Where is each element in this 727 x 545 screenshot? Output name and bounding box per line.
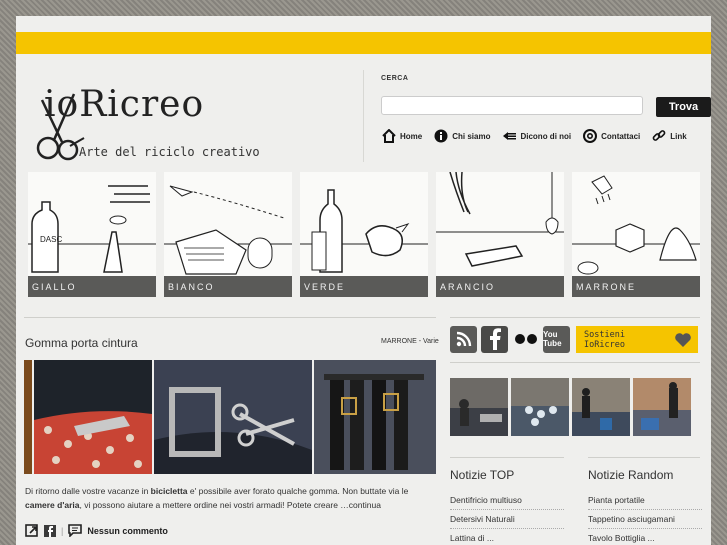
arrow-left-icon bbox=[502, 129, 517, 143]
post-photos[interactable] bbox=[24, 360, 436, 474]
newspaper-illustration bbox=[164, 185, 292, 275]
search-button[interactable]: Trova bbox=[656, 97, 711, 117]
home-icon bbox=[382, 129, 396, 143]
facebook-share-icon[interactable] bbox=[44, 524, 56, 537]
comment-icon[interactable] bbox=[68, 524, 83, 537]
category-label: ARANCIO bbox=[436, 276, 564, 297]
nav-label: Dicono di noi bbox=[520, 131, 572, 141]
flickr-icon[interactable] bbox=[512, 326, 539, 353]
divider bbox=[450, 362, 700, 363]
search-label: CERCA bbox=[381, 75, 409, 82]
top-news-title: Notizie TOP bbox=[450, 468, 515, 482]
page: ioRicreo Arte del riciclo creativo CERCA… bbox=[16, 16, 711, 545]
nav-item-contattaci[interactable]: Contattaci bbox=[583, 129, 640, 143]
thumbnail[interactable] bbox=[511, 378, 569, 436]
support-banner[interactable]: Sostieni IoRicreo bbox=[576, 326, 698, 353]
post-category[interactable]: MARRONE - Varie bbox=[381, 338, 439, 345]
remote-illustration bbox=[436, 172, 564, 267]
excerpt-bold: bicicletta bbox=[150, 486, 188, 496]
main-nav: Home Chi siamo Dicono di noi Contattaci … bbox=[382, 126, 699, 146]
footer-separator: | bbox=[61, 525, 64, 536]
category-label: BIANCO bbox=[164, 276, 292, 297]
list-item[interactable]: Lattina di ... bbox=[450, 529, 564, 545]
bottle-bird-illustration bbox=[300, 189, 428, 273]
list-item[interactable]: Pianta portatile bbox=[588, 491, 702, 510]
search-input[interactable] bbox=[381, 96, 643, 115]
list-item[interactable]: Dentifricio multiuso bbox=[450, 491, 564, 510]
category-arancio[interactable]: ARANCIO bbox=[436, 172, 564, 297]
nav-item-link[interactable]: Link bbox=[652, 129, 687, 143]
logo-wordmark: ioRicreo bbox=[44, 84, 205, 125]
top-news-list: Dentifricio multiuso Detersivi Naturali … bbox=[450, 491, 564, 545]
site-logo[interactable]: ioRicreo Arte del riciclo creativo bbox=[24, 76, 274, 172]
at-icon bbox=[583, 129, 598, 143]
youtube-label: You Tube bbox=[543, 330, 562, 348]
youtube-icon[interactable]: You Tube bbox=[543, 325, 570, 353]
random-news-list: Pianta portatile Tappetino asciugamani T… bbox=[588, 491, 702, 545]
rss-icon[interactable] bbox=[450, 325, 477, 353]
category-marrone[interactable]: MARRONE bbox=[572, 172, 700, 297]
nav-item-home[interactable]: Home bbox=[382, 129, 422, 143]
list-item[interactable]: Detersivi Naturali bbox=[450, 510, 564, 529]
excerpt-text: Di ritorno dalle vostre vacanze in bbox=[25, 486, 151, 496]
thumbnail[interactable] bbox=[572, 378, 630, 436]
category-row: DASC GIALLO BIANCO VERDE ARANCIO MARRONE bbox=[28, 172, 700, 297]
header-divider bbox=[363, 70, 364, 162]
divider bbox=[450, 457, 564, 458]
bottles-illustration: DASC bbox=[28, 185, 156, 273]
share-icon[interactable] bbox=[25, 524, 39, 537]
nav-label: Link bbox=[670, 131, 687, 141]
category-label: VERDE bbox=[300, 276, 428, 297]
category-bianco[interactable]: BIANCO bbox=[164, 172, 292, 297]
post-photo bbox=[314, 360, 436, 474]
divider bbox=[450, 317, 700, 318]
post-photo bbox=[34, 360, 152, 474]
nav-item-dicono-di-noi[interactable]: Dicono di noi bbox=[502, 129, 571, 143]
category-label: GIALLO bbox=[28, 276, 156, 297]
list-item[interactable]: Tappetino asciugamani bbox=[588, 510, 702, 529]
logo-tagline: Arte del riciclo creativo bbox=[79, 145, 260, 159]
list-item[interactable]: Tavolo Bottiglia ... bbox=[588, 529, 702, 545]
comments-count[interactable]: Nessun commento bbox=[87, 526, 168, 536]
link-icon bbox=[652, 129, 666, 143]
nav-label: Chi siamo bbox=[452, 131, 491, 141]
post-excerpt: Di ritorno dalle vostre vacanze in bicic… bbox=[25, 484, 437, 512]
category-giallo[interactable]: DASC GIALLO bbox=[28, 172, 156, 297]
nav-label: Home bbox=[400, 131, 423, 141]
info-icon bbox=[434, 129, 448, 143]
social-links: You Tube bbox=[450, 325, 574, 353]
divider bbox=[24, 317, 436, 318]
excerpt-text: e' possibile aver forato qualche gomma. … bbox=[187, 486, 409, 496]
thumbnail[interactable] bbox=[450, 378, 508, 436]
facebook-icon[interactable] bbox=[481, 325, 508, 353]
heart-icon bbox=[674, 332, 692, 351]
category-label: MARRONE bbox=[572, 276, 700, 297]
continue-link[interactable]: continua bbox=[349, 500, 381, 510]
excerpt-bold: camere d'aria bbox=[25, 500, 80, 510]
nav-item-chi-siamo[interactable]: Chi siamo bbox=[434, 129, 490, 143]
category-verde[interactable]: VERDE bbox=[300, 172, 428, 297]
photo-strip bbox=[24, 360, 32, 474]
random-news-title: Notizie Random bbox=[588, 468, 674, 482]
cube-banana-illustration bbox=[572, 175, 700, 275]
post-footer: | Nessun commento bbox=[25, 524, 168, 537]
excerpt-text: , vi possono aiutare a mettere ordine ne… bbox=[79, 500, 349, 510]
nav-label: Contattaci bbox=[601, 131, 641, 141]
post-title[interactable]: Gomma porta cintura bbox=[25, 336, 138, 350]
divider bbox=[588, 457, 700, 458]
svg-text:DASC: DASC bbox=[40, 235, 62, 244]
top-accent-bar bbox=[16, 32, 711, 54]
post-photo bbox=[154, 360, 312, 474]
thumbnail[interactable] bbox=[633, 378, 691, 436]
